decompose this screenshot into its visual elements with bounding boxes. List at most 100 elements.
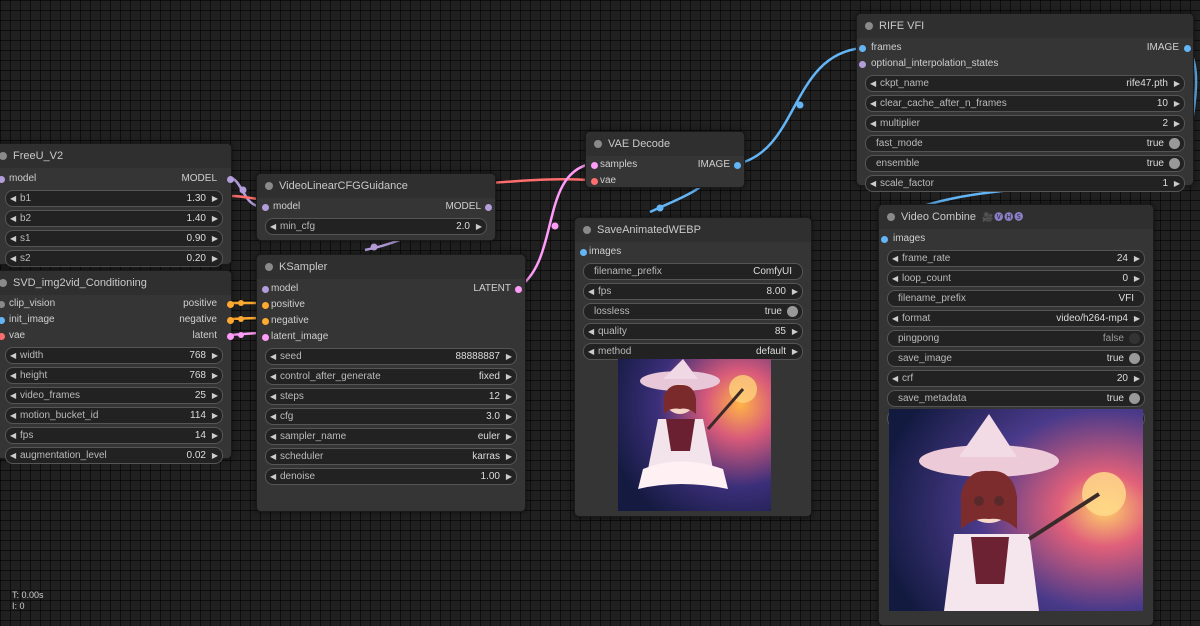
input-socket-init-image[interactable] bbox=[0, 317, 5, 324]
increment-arrow-icon[interactable]: ▶ bbox=[212, 388, 218, 403]
input-socket-clip-vision[interactable] bbox=[0, 301, 5, 308]
increment-arrow-icon[interactable]: ▶ bbox=[1134, 371, 1140, 386]
decrement-arrow-icon[interactable]: ◀ bbox=[870, 176, 876, 191]
increment-arrow-icon[interactable]: ▶ bbox=[792, 324, 798, 339]
toggle-knob[interactable] bbox=[1129, 353, 1140, 364]
increment-arrow-icon[interactable]: ▶ bbox=[1174, 176, 1180, 191]
decrement-arrow-icon[interactable]: ◀ bbox=[270, 219, 276, 234]
decrement-arrow-icon[interactable]: ◀ bbox=[10, 211, 16, 226]
decrement-arrow-icon[interactable]: ◀ bbox=[270, 369, 276, 384]
widget-sampler-name[interactable]: ◀ sampler_name euler ▶ bbox=[265, 428, 517, 445]
increment-arrow-icon[interactable]: ▶ bbox=[212, 211, 218, 226]
decrement-arrow-icon[interactable]: ◀ bbox=[892, 311, 898, 326]
input-socket-model[interactable] bbox=[262, 286, 269, 293]
decrement-arrow-icon[interactable]: ◀ bbox=[10, 368, 16, 383]
collapse-dot[interactable] bbox=[0, 279, 7, 287]
input-socket-interpolation-states[interactable] bbox=[859, 61, 866, 68]
node-title[interactable]: VAE Decode bbox=[586, 132, 744, 156]
decrement-arrow-icon[interactable]: ◀ bbox=[270, 449, 276, 464]
widget-format[interactable]: ◀ format video/h264-mp4 ▶ bbox=[887, 310, 1145, 327]
increment-arrow-icon[interactable]: ▶ bbox=[1174, 116, 1180, 131]
increment-arrow-icon[interactable]: ▶ bbox=[212, 428, 218, 443]
collapse-dot[interactable] bbox=[583, 226, 591, 234]
output-socket-positive[interactable] bbox=[227, 301, 234, 308]
toggle-knob[interactable] bbox=[1169, 158, 1180, 169]
widget-ckpt-name[interactable]: ◀ ckpt_name rife47.pth ▶ bbox=[865, 75, 1185, 92]
increment-arrow-icon[interactable]: ▶ bbox=[476, 219, 482, 234]
node-title[interactable]: KSampler bbox=[257, 255, 525, 279]
widget-augmentation-level[interactable]: ◀ augmentation_level 0.02 ▶ bbox=[5, 447, 223, 464]
widget-crf[interactable]: ◀ crf 20 ▶ bbox=[887, 370, 1145, 387]
decrement-arrow-icon[interactable]: ◀ bbox=[270, 349, 276, 364]
decrement-arrow-icon[interactable]: ◀ bbox=[870, 116, 876, 131]
collapse-dot[interactable] bbox=[594, 140, 602, 148]
widget-video-frames[interactable]: ◀ video_frames 25 ▶ bbox=[5, 387, 223, 404]
decrement-arrow-icon[interactable]: ◀ bbox=[870, 76, 876, 91]
increment-arrow-icon[interactable]: ▶ bbox=[212, 231, 218, 246]
widget-filename-prefix[interactable]: filename_prefix ComfyUI bbox=[583, 263, 803, 280]
node-save-animated-webp[interactable]: SaveAnimatedWEBP images filename_prefix C… bbox=[574, 217, 812, 517]
decrement-arrow-icon[interactable]: ◀ bbox=[270, 389, 276, 404]
node-vae-decode[interactable]: VAE Decode samples IMAGE vae bbox=[585, 131, 745, 188]
output-socket-negative[interactable] bbox=[227, 317, 234, 324]
increment-arrow-icon[interactable]: ▶ bbox=[792, 284, 798, 299]
video-preview[interactable] bbox=[889, 409, 1143, 611]
widget-frame-rate[interactable]: ◀ frame_rate 24 ▶ bbox=[887, 250, 1145, 267]
increment-arrow-icon[interactable]: ▶ bbox=[792, 344, 798, 359]
widget-s1[interactable]: ◀ s1 0.90 ▶ bbox=[5, 230, 223, 247]
increment-arrow-icon[interactable]: ▶ bbox=[506, 409, 512, 424]
widget-lossless-toggle[interactable]: lossless true bbox=[583, 303, 803, 320]
decrement-arrow-icon[interactable]: ◀ bbox=[10, 388, 16, 403]
collapse-dot[interactable] bbox=[887, 213, 895, 221]
decrement-arrow-icon[interactable]: ◀ bbox=[270, 469, 276, 484]
widget-filename-prefix[interactable]: filename_prefix VFI bbox=[887, 290, 1145, 307]
widget-s2[interactable]: ◀ s2 0.20 ▶ bbox=[5, 250, 223, 267]
node-title[interactable]: VideoLinearCFGGuidance bbox=[257, 174, 495, 198]
widget-pingpong-toggle[interactable]: pingpong false bbox=[887, 330, 1145, 347]
input-socket-vae[interactable] bbox=[591, 178, 598, 185]
input-socket-negative[interactable] bbox=[262, 318, 269, 325]
decrement-arrow-icon[interactable]: ◀ bbox=[270, 429, 276, 444]
node-title[interactable]: SVD_img2vid_Conditioning bbox=[0, 271, 231, 295]
increment-arrow-icon[interactable]: ▶ bbox=[506, 429, 512, 444]
output-socket-latent[interactable] bbox=[515, 286, 522, 293]
node-ksampler[interactable]: KSampler model LATENT positive negative … bbox=[256, 254, 526, 512]
widget-control-after-generate[interactable]: ◀ control_after_generate fixed ▶ bbox=[265, 368, 517, 385]
node-video-combine[interactable]: Video Combine 🎥🅥🅗🅢 images ◀ frame_rate 24 ▶ … bbox=[878, 204, 1154, 626]
decrement-arrow-icon[interactable]: ◀ bbox=[10, 251, 16, 266]
widget-scheduler[interactable]: ◀ scheduler karras ▶ bbox=[265, 448, 517, 465]
input-socket-model[interactable] bbox=[262, 204, 269, 211]
increment-arrow-icon[interactable]: ▶ bbox=[506, 449, 512, 464]
increment-arrow-icon[interactable]: ▶ bbox=[212, 251, 218, 266]
widget-denoise[interactable]: ◀ denoise 1.00 ▶ bbox=[265, 468, 517, 485]
decrement-arrow-icon[interactable]: ◀ bbox=[10, 428, 16, 443]
node-rife-vfi[interactable]: RIFE VFI frames IMAGE optional_interpola… bbox=[856, 13, 1194, 192]
decrement-arrow-icon[interactable]: ◀ bbox=[588, 284, 594, 299]
node-title[interactable]: SaveAnimatedWEBP bbox=[575, 218, 811, 242]
increment-arrow-icon[interactable]: ▶ bbox=[212, 408, 218, 423]
increment-arrow-icon[interactable]: ▶ bbox=[212, 448, 218, 463]
decrement-arrow-icon[interactable]: ◀ bbox=[270, 409, 276, 424]
widget-b1[interactable]: ◀ b1 1.30 ▶ bbox=[5, 190, 223, 207]
decrement-arrow-icon[interactable]: ◀ bbox=[870, 96, 876, 111]
widget-save-metadata-toggle[interactable]: save_metadata true bbox=[887, 390, 1145, 407]
widget-scale-factor[interactable]: ◀ scale_factor 1 ▶ bbox=[865, 175, 1185, 192]
node-title[interactable]: RIFE VFI bbox=[857, 14, 1193, 38]
decrement-arrow-icon[interactable]: ◀ bbox=[10, 408, 16, 423]
toggle-knob[interactable] bbox=[1129, 333, 1140, 344]
input-socket-vae[interactable] bbox=[0, 333, 5, 340]
input-socket-images[interactable] bbox=[580, 249, 587, 256]
widget-min-cfg[interactable]: ◀ min_cfg 2.0 ▶ bbox=[265, 218, 487, 235]
widget-fast-mode-toggle[interactable]: fast_mode true bbox=[865, 135, 1185, 152]
widget-fps[interactable]: ◀ fps 8.00 ▶ bbox=[583, 283, 803, 300]
widget-seed[interactable]: ◀ seed 88888887 ▶ bbox=[265, 348, 517, 365]
widget-loop-count[interactable]: ◀ loop_count 0 ▶ bbox=[887, 270, 1145, 287]
widget-clear-cache[interactable]: ◀ clear_cache_after_n_frames 10 ▶ bbox=[865, 95, 1185, 112]
increment-arrow-icon[interactable]: ▶ bbox=[506, 469, 512, 484]
node-svd-img2vid-conditioning[interactable]: SVD_img2vid_Conditioning clip_vision pos… bbox=[0, 270, 234, 464]
decrement-arrow-icon[interactable]: ◀ bbox=[892, 371, 898, 386]
widget-multiplier[interactable]: ◀ multiplier 2 ▶ bbox=[865, 115, 1185, 132]
increment-arrow-icon[interactable]: ▶ bbox=[506, 369, 512, 384]
increment-arrow-icon[interactable]: ▶ bbox=[1134, 271, 1140, 286]
toggle-knob[interactable] bbox=[787, 306, 798, 317]
